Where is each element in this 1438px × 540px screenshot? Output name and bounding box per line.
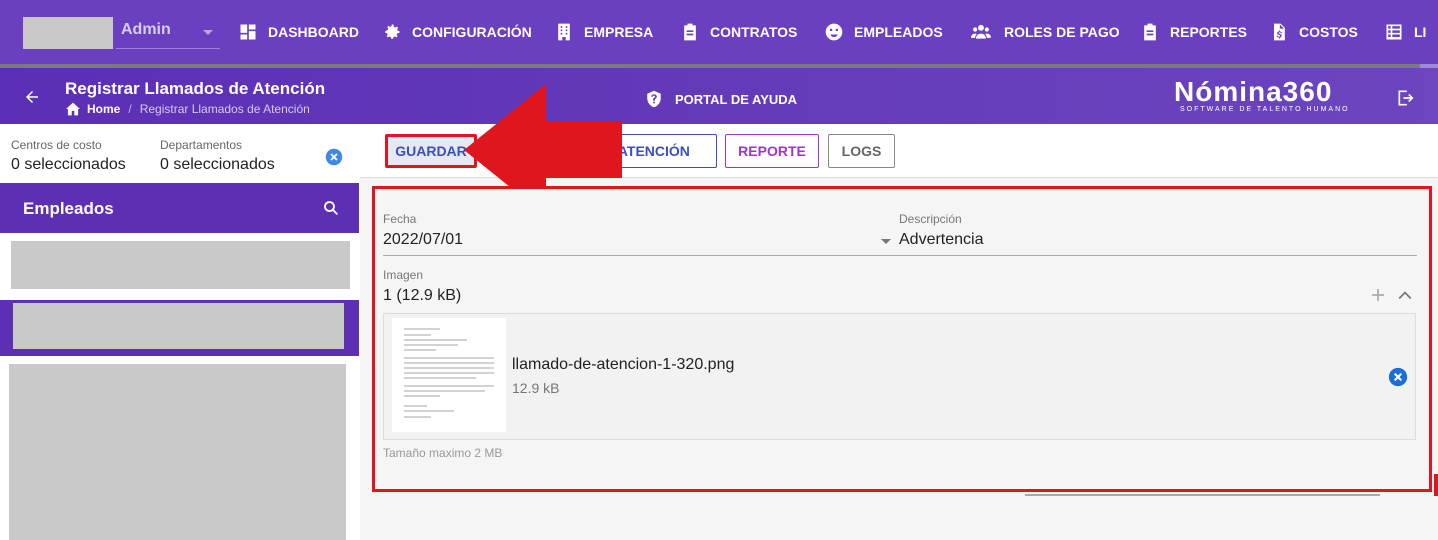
breadcrumb-separator: /	[128, 102, 132, 116]
nav-configuracion[interactable]: CONFIGURACIÓN	[382, 22, 532, 42]
nav-label: EMPLEADOS	[854, 24, 943, 40]
chevron-down-icon[interactable]	[203, 30, 213, 35]
gear-icon	[385, 24, 400, 39]
clipboard-icon	[1144, 23, 1156, 41]
breadcrumb-current: Registrar Llamados de Atención	[139, 102, 310, 116]
logo: Nómina360 SOFTWARE DE TALENTO HUMANO	[1174, 76, 1350, 113]
max-size-hint: Tamaño maximo 2 MB	[383, 446, 503, 460]
logo-name: Nómina360	[1174, 76, 1333, 107]
breadcrumb: Home / Registrar Llamados de Atención	[65, 102, 310, 116]
nav-costos[interactable]: COSTOS	[1269, 22, 1358, 42]
nav-label: ROLES DE PAGO	[1004, 24, 1120, 40]
help-label: PORTAL DE AYUDA	[675, 91, 798, 107]
chevron-down-icon[interactable]	[881, 239, 891, 244]
image-label: Imagen	[383, 268, 424, 282]
help-portal-link[interactable]: PORTAL DE AYUDA	[645, 90, 797, 108]
uploaded-file-card: llamado-de-atencion-1-320.png 12.9 kB	[383, 313, 1416, 440]
description-label: Descripción	[899, 212, 962, 226]
nav-label: EMPRESA	[584, 24, 654, 40]
home-icon	[66, 102, 80, 116]
back-arrow-icon[interactable]	[23, 88, 41, 106]
employee-sidebar: Centros de costo 0 seleccionados Departa…	[0, 124, 360, 540]
list-item[interactable]	[9, 364, 346, 540]
field-underline	[383, 255, 1417, 256]
department-value: 0 seleccionados	[160, 156, 275, 173]
report-button[interactable]: REPORTE	[725, 134, 819, 168]
user-name[interactable]: Admin	[121, 21, 171, 39]
logo-tagline: SOFTWARE DE TALENTO HUMANO	[1180, 106, 1350, 113]
date-field[interactable]: 2022/07/01	[383, 231, 463, 249]
nav-reportes[interactable]: REPORTES	[1140, 22, 1247, 42]
nav-label: CONFIGURACIÓN	[412, 24, 532, 40]
nav-label: REPORTES	[1170, 24, 1248, 40]
nav-roles-de-pago[interactable]: ROLES DE PAGO	[968, 22, 1120, 42]
nav-empleados[interactable]: EMPLEADOS	[824, 22, 943, 42]
chevron-up-icon[interactable]	[1398, 289, 1412, 301]
attention-call-form: Fecha 2022/07/01 Descripción Advertencia…	[372, 186, 1432, 492]
cost-center-value: 0 seleccionados	[11, 156, 126, 173]
list-item[interactable]	[13, 303, 344, 349]
people-icon	[971, 24, 991, 39]
remove-file-icon[interactable]	[1388, 367, 1408, 387]
department-label: Departamentos	[160, 138, 243, 152]
help-icon	[647, 90, 661, 108]
plus-icon[interactable]	[1370, 287, 1386, 303]
date-label: Fecha	[383, 212, 417, 226]
nav-li[interactable]: LI	[1384, 22, 1426, 42]
file-size: 12.9 kB	[512, 380, 560, 396]
file-name: llamado-de-atencion-1-320.png	[512, 356, 735, 373]
clipboard-icon	[684, 23, 696, 41]
page-header: Registrar Llamados de Atención Home / Re…	[0, 68, 1438, 124]
image-count: 1 (12.9 kB)	[383, 287, 462, 304]
cost-center-label: Centros de costo	[11, 138, 102, 152]
nav-label: DASHBOARD	[268, 24, 359, 40]
building-icon	[558, 23, 570, 41]
nav-dashboard[interactable]: DASHBOARD	[238, 22, 359, 42]
nav-empresa[interactable]: EMPRESA	[554, 22, 653, 42]
dashboard-icon	[240, 24, 256, 40]
avatar[interactable]	[23, 17, 113, 49]
nav-label: COSTOS	[1299, 24, 1358, 40]
top-navbar: Admin DASHBOARD CONFIGURACIÓN EMPRESA CO…	[0, 0, 1438, 64]
nav-label: LI	[1414, 24, 1427, 40]
annotation-edge	[1434, 474, 1438, 496]
list-icon	[1386, 24, 1402, 40]
department-filter[interactable]: Departamentos 0 seleccionados	[160, 138, 275, 174]
list-item[interactable]	[11, 241, 350, 289]
nav-label: CONTRATOS	[710, 24, 798, 40]
user-underline	[116, 48, 220, 49]
face-icon	[825, 23, 843, 41]
logout-icon[interactable]	[1396, 88, 1416, 108]
logs-button[interactable]: LOGS	[828, 134, 895, 168]
file-thumbnail[interactable]	[392, 318, 506, 432]
page-title: Registrar Llamados de Atención	[65, 79, 326, 98]
dollar-file-icon	[1274, 23, 1285, 41]
nav-contratos[interactable]: CONTRATOS	[680, 22, 797, 42]
clear-filters-icon[interactable]	[325, 148, 343, 166]
scroll-indicator[interactable]	[1025, 494, 1380, 496]
employees-title: Empleados	[23, 199, 114, 218]
search-icon[interactable]	[322, 199, 340, 217]
breadcrumb-home[interactable]: Home	[87, 102, 120, 116]
cost-center-filter[interactable]: Centros de costo 0 seleccionados	[11, 138, 126, 174]
employees-header: Empleados	[0, 183, 359, 233]
description-select[interactable]: Advertencia	[899, 231, 984, 249]
